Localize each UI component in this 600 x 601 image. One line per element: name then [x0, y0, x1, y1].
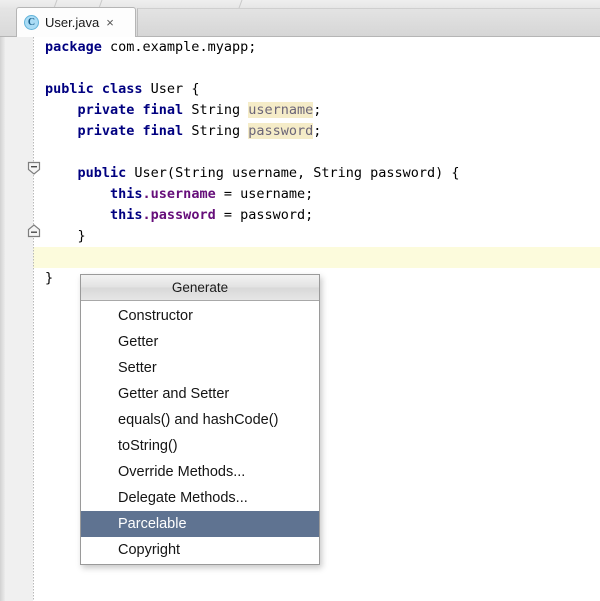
code-token: User(String username, String password) { [126, 165, 459, 181]
code-line: public User(String username, String pass… [45, 163, 460, 184]
menu-item-override-methods[interactable]: Override Methods... [81, 459, 319, 485]
code-token: this [110, 186, 143, 202]
code-token: username [248, 102, 313, 118]
code-line: this.username = username; [45, 184, 460, 205]
editor-tab-user-java[interactable]: C User.java × [16, 7, 136, 37]
code-line: package com.example.myapp; [45, 37, 460, 58]
code-token: = username; [216, 186, 314, 202]
code-token: } [45, 228, 86, 244]
code-token [45, 165, 78, 181]
source-code-text[interactable]: package com.example.myapp; public class … [45, 37, 460, 289]
java-class-icon: C [24, 15, 39, 30]
code-token: com.example.myapp; [102, 39, 256, 55]
code-token: package [45, 39, 102, 55]
code-token [45, 186, 110, 202]
code-token: .password [143, 207, 216, 223]
code-token: String [183, 123, 248, 139]
code-token: ; [313, 102, 321, 118]
menu-item-getter-and-setter[interactable]: Getter and Setter [81, 381, 319, 407]
menu-item-copyright[interactable]: Copyright [81, 537, 319, 563]
code-line: } [45, 226, 460, 247]
close-icon[interactable]: × [106, 16, 114, 29]
editor-gutter[interactable] [0, 37, 33, 601]
menu-item-constructor[interactable]: Constructor [81, 303, 319, 329]
code-line [45, 58, 460, 79]
editor-tab-bar: C User.java × [0, 0, 600, 37]
code-token [45, 123, 78, 139]
generate-popup-menu[interactable]: Generate ConstructorGetterSetterGetter a… [80, 274, 320, 565]
menu-item-getter[interactable]: Getter [81, 329, 319, 355]
code-token: private final [78, 102, 184, 118]
code-token: String [183, 102, 248, 118]
code-token: public class [45, 81, 143, 97]
code-token: .username [143, 186, 216, 202]
code-line: private final String username; [45, 100, 460, 121]
fold-collapse-down-icon[interactable] [27, 161, 41, 175]
code-line: public class User { [45, 79, 460, 100]
generate-popup-title: Generate [81, 275, 319, 301]
code-token: password [248, 123, 313, 139]
code-line: private final String password; [45, 121, 460, 142]
code-token: private final [78, 123, 184, 139]
menu-item-parcelable[interactable]: Parcelable [81, 511, 319, 537]
gutter-left-edge [0, 37, 5, 601]
menu-item-setter[interactable]: Setter [81, 355, 319, 381]
code-token: User { [143, 81, 200, 97]
code-token: = password; [216, 207, 314, 223]
code-line [45, 142, 460, 163]
code-token [45, 102, 78, 118]
code-token: ; [313, 123, 321, 139]
code-token: this [110, 207, 143, 223]
generate-popup-list[interactable]: ConstructorGetterSetterGetter and Setter… [81, 301, 319, 564]
code-line: this.password = password; [45, 205, 460, 226]
menu-item-delegate-methods[interactable]: Delegate Methods... [81, 485, 319, 511]
menu-item-equals-and-hashcode[interactable]: equals() and hashCode() [81, 407, 319, 433]
fold-collapse-up-icon[interactable] [27, 224, 41, 238]
code-token [45, 207, 110, 223]
tab-bar-empty-area [137, 8, 600, 36]
code-token: } [45, 270, 53, 286]
code-token: public [78, 165, 127, 181]
ide-editor-window: C User.java × package com.example.myapp;… [0, 0, 600, 601]
editor-tab-label: User.java [45, 15, 99, 30]
code-line [45, 247, 460, 268]
menu-item-tostring[interactable]: toString() [81, 433, 319, 459]
code-folding-guide-line [33, 37, 34, 601]
